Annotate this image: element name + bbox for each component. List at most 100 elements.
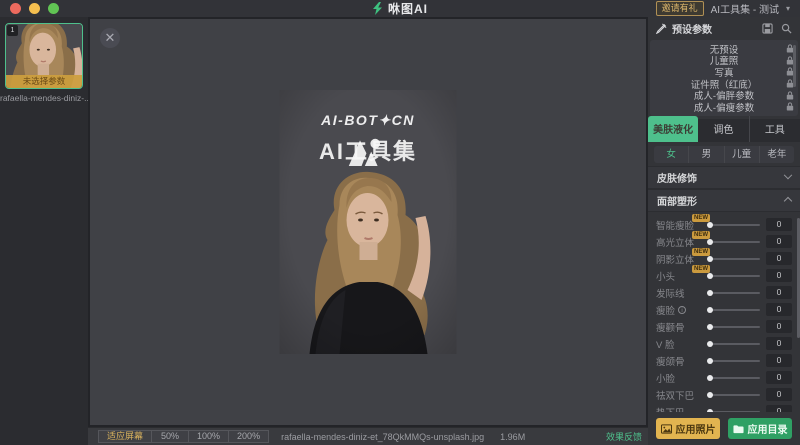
section-skin-retouch[interactable]: 皮肤修饰 [648, 166, 800, 189]
zoom-level-button[interactable]: 50% [151, 430, 189, 443]
lightning-bolt-icon [372, 2, 383, 15]
slider-value[interactable]: 0 [766, 269, 792, 282]
chevron-down-icon[interactable]: ▾ [786, 4, 790, 13]
feedback-link[interactable]: 效果反馈 [606, 430, 642, 443]
slider-handle[interactable] [707, 341, 713, 347]
slider-row: NEW 高光立体 0 [656, 233, 792, 250]
invite-badge[interactable]: 邀请有礼 [656, 1, 704, 16]
slider-track[interactable] [708, 275, 760, 277]
parameters-panel: 预设参数 无预设 [648, 17, 800, 445]
slider-handle[interactable] [707, 324, 713, 330]
titlebar: 咻图AI 邀请有礼 AI工具集 - 测试 ▾ [0, 0, 800, 17]
maximize-window-button[interactable] [48, 3, 59, 14]
tab[interactable]: 美肤液化 [648, 116, 698, 142]
statusbar-filename: rafaella-mendes-diniz-et_78QkMMQs-unspla… [281, 432, 484, 442]
slider-track[interactable] [708, 360, 760, 362]
preset-item[interactable]: 成人-偏瘦参数 [650, 101, 798, 113]
thumbnail-filename: rafaella-mendes-diniz-... [0, 93, 88, 103]
slider-value[interactable]: 0 [766, 405, 792, 412]
info-icon[interactable]: i [678, 306, 686, 314]
close-preview-button[interactable]: ✕ [100, 28, 120, 48]
slider-track[interactable] [708, 224, 760, 226]
search-icon[interactable] [781, 23, 792, 34]
tool-tabs: 美肤液化 调色 工具 [648, 119, 800, 142]
slider-track[interactable] [708, 394, 760, 396]
slider-track[interactable] [708, 292, 760, 294]
portrait-image [280, 90, 457, 354]
gender-option[interactable]: 男 [688, 146, 723, 163]
zoom-level-button[interactable]: 100% [188, 430, 229, 443]
slider-value[interactable]: 0 [766, 303, 792, 316]
lock-icon[interactable] [782, 91, 798, 100]
app-title: 咻图AI [388, 0, 428, 17]
statusbar-filesize: 1.96M [500, 432, 525, 442]
gender-option-label: 老年 [767, 149, 786, 160]
minimize-window-button[interactable] [29, 3, 40, 14]
slider-value[interactable]: 0 [766, 286, 792, 299]
preset-list-scrollbar[interactable] [793, 45, 796, 87]
photo-list-sidebar: 1 未选择参数 rafaella-mendes-diniz-... [0, 17, 88, 445]
slider-value[interactable]: 0 [766, 354, 792, 367]
slider-value[interactable]: 0 [766, 320, 792, 333]
slider-row: 祛双下巴 0 [656, 386, 792, 403]
watermark-text: AI-BOT✦CN [280, 112, 457, 129]
section-label: 面部塑形 [657, 193, 697, 208]
presets-header: 预设参数 [648, 17, 800, 40]
slider-track[interactable] [708, 241, 760, 243]
slider-value[interactable]: 0 [766, 388, 792, 401]
slider-handle[interactable] [707, 256, 713, 262]
slider-handle[interactable] [707, 290, 713, 296]
apply-photo-button[interactable]: 应用照片 [656, 418, 720, 439]
slider-handle[interactable] [707, 358, 713, 364]
account-name[interactable]: AI工具集 - 测试 [711, 1, 779, 16]
gender-option[interactable]: 女 [654, 146, 688, 163]
slider-group: NEW 智能瘦脸 0 NEW 高光立体 [648, 212, 800, 412]
gender-option[interactable]: 老年 [759, 146, 794, 163]
lock-icon[interactable] [782, 102, 798, 111]
slider-handle[interactable] [707, 375, 713, 381]
slider-row: NEW 小头 0 [656, 267, 792, 284]
gender-option[interactable]: 儿童 [724, 146, 759, 163]
slider-track[interactable] [708, 377, 760, 379]
section-face-reshape[interactable]: 面部塑形 [648, 189, 800, 212]
slider-row: 瘦颧骨 0 [656, 318, 792, 335]
apply-directory-button[interactable]: 应用目录 [728, 418, 792, 439]
slider-value[interactable]: 0 [766, 218, 792, 231]
slider-value[interactable]: 0 [766, 252, 792, 265]
save-icon[interactable] [762, 23, 773, 34]
slider-handle[interactable] [707, 239, 713, 245]
slider-track[interactable] [708, 411, 760, 413]
app-logo: 咻图AI [372, 0, 428, 17]
presets-title: 预设参数 [672, 21, 712, 36]
statusbar: 适应屏幕 50% 100% 200% rafaella-mendes-diniz… [88, 427, 648, 445]
slider-value[interactable]: 0 [766, 371, 792, 384]
close-window-button[interactable] [10, 3, 21, 14]
section-label: 皮肤修饰 [657, 170, 697, 185]
slider-handle[interactable] [707, 273, 713, 279]
tab-label: 工具 [765, 125, 785, 136]
slider-handle[interactable] [707, 409, 713, 413]
new-badge: NEW [692, 248, 710, 256]
tab[interactable]: 调色 [698, 116, 748, 142]
slider-track[interactable] [708, 309, 760, 311]
preset-list: 无预设 儿童照 [650, 40, 798, 116]
new-badge: NEW [692, 214, 710, 222]
zoom-level-button[interactable]: 200% [228, 430, 269, 443]
fit-screen-button[interactable]: 适应屏幕 [98, 430, 152, 443]
new-badge: NEW [692, 265, 710, 273]
slider-value[interactable]: 0 [766, 235, 792, 248]
folder-icon [733, 424, 744, 434]
slider-handle[interactable] [707, 392, 713, 398]
slider-handle[interactable] [707, 307, 713, 313]
chevron-down-icon [784, 170, 792, 178]
slider-track[interactable] [708, 258, 760, 260]
photo-preview[interactable]: AI-BOT✦CN AI工具集 [280, 90, 457, 354]
apply-directory-label: 应用目录 [748, 421, 788, 436]
tab[interactable]: 工具 [749, 116, 800, 142]
slider-track[interactable] [708, 343, 760, 345]
photo-thumbnail[interactable]: 1 未选择参数 [5, 23, 83, 89]
slider-label: 瘦颧骨 [656, 320, 706, 334]
slider-handle[interactable] [707, 222, 713, 228]
slider-value[interactable]: 0 [766, 337, 792, 350]
slider-track[interactable] [708, 326, 760, 328]
